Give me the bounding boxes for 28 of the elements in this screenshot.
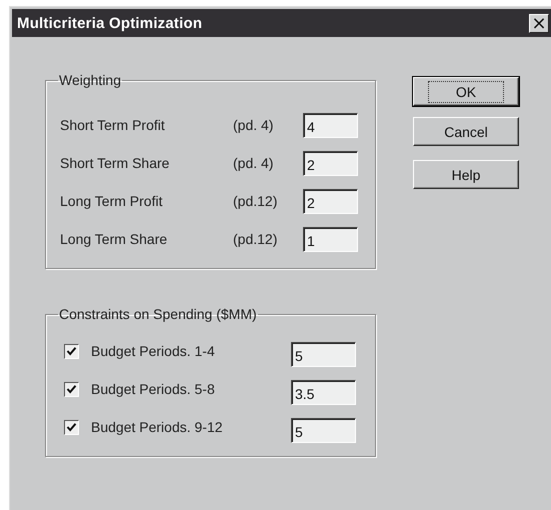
dialog-button[interactable]: Cancel	[413, 117, 519, 146]
criterion-label: Long Term Profit	[60, 193, 164, 209]
checkbox[interactable]	[64, 344, 79, 358]
window-title: Multicriteria Optimization	[17, 14, 202, 32]
close-button[interactable]: ×	[529, 14, 549, 32]
period-label: (pd. 4)	[233, 155, 274, 171]
weight-field[interactable]: 2	[303, 150, 358, 176]
weight-field[interactable]: 1	[303, 226, 358, 252]
default-button[interactable]: OK	[413, 77, 519, 106]
checkbox-label: Budget Periods. 1-4	[91, 343, 216, 359]
checkbox[interactable]	[64, 382, 79, 396]
group-title: Constraints on Spending ($MM)	[58, 306, 258, 322]
weight-field[interactable]: 4	[303, 112, 358, 138]
criterion-label: Short Term Share	[60, 155, 170, 171]
criterion-label: Long Term Share	[60, 231, 168, 247]
checkbox-label: Budget Periods. 9-12	[91, 419, 224, 435]
checkbox[interactable]	[64, 420, 79, 434]
criterion-label: Short Term Profit	[60, 117, 166, 133]
group-title: Weighting	[58, 72, 122, 88]
weight-field[interactable]: 2	[303, 188, 358, 214]
spending-field[interactable]: 5	[291, 418, 356, 443]
spending-field[interactable]: 3.5	[291, 380, 356, 405]
spending-field[interactable]: 5	[291, 342, 356, 367]
dialog-button[interactable]: Help	[413, 160, 519, 189]
period-label: (pd.12)	[233, 193, 278, 209]
period-label: (pd. 4)	[233, 117, 274, 133]
period-label: (pd.12)	[233, 231, 278, 247]
checkbox-label: Budget Periods. 5-8	[91, 381, 216, 397]
